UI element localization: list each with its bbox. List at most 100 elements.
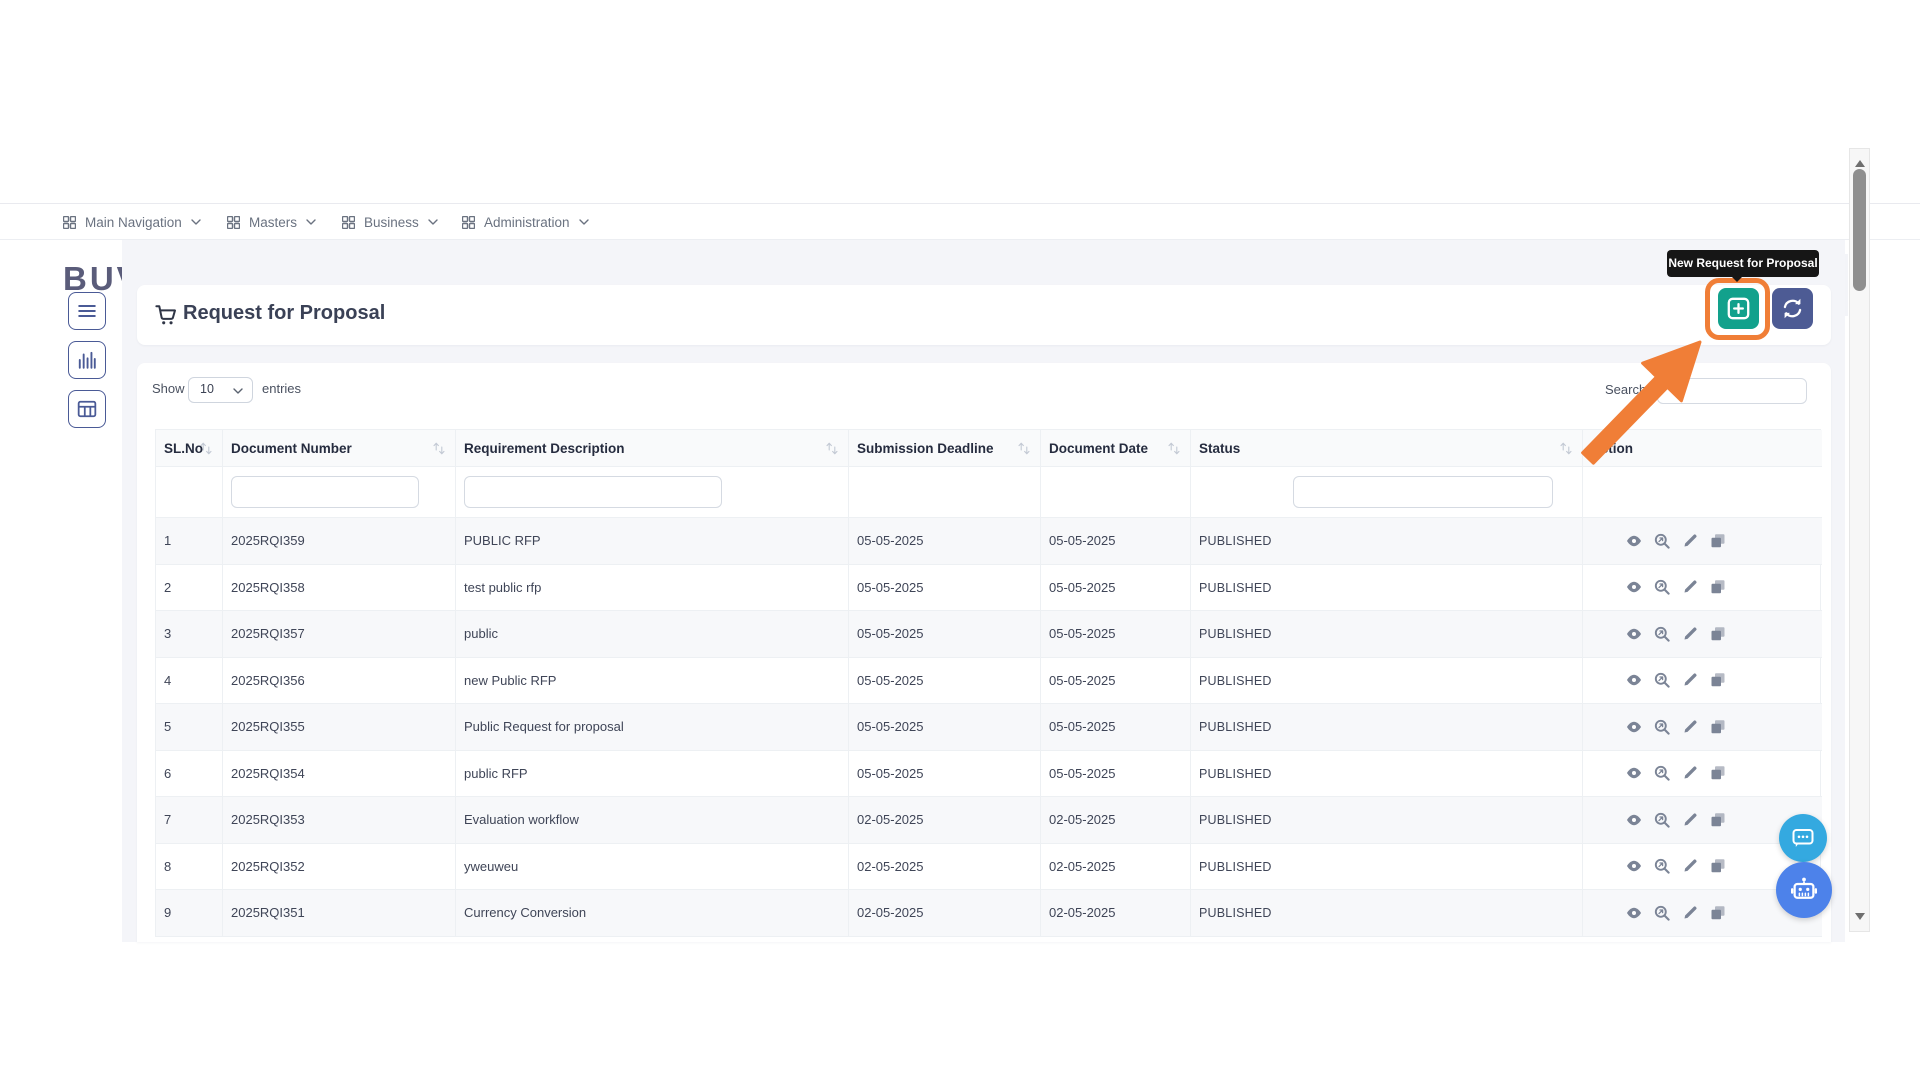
bar-chart-icon xyxy=(77,350,97,370)
edit-icon[interactable] xyxy=(1682,626,1698,642)
preview-zoom-icon[interactable] xyxy=(1654,905,1670,921)
edit-icon[interactable] xyxy=(1682,765,1698,781)
copy-icon[interactable] xyxy=(1710,579,1726,595)
edit-icon[interactable] xyxy=(1682,719,1698,735)
copy-icon[interactable] xyxy=(1710,858,1726,874)
cell-status: PUBLISHED xyxy=(1191,890,1583,937)
column-header-requirement-description[interactable]: Requirement Description xyxy=(456,430,849,467)
page: BUVI 4 Admin Serum Serum Main Navigation… xyxy=(0,0,1920,1080)
cell-slno: 7 xyxy=(156,797,223,844)
nav-item-masters[interactable]: Masters xyxy=(227,204,316,240)
cell-document-date: 05-05-2025 xyxy=(1041,518,1191,565)
table-row: 9 2025RQI351 Currency Conversion 02-05-2… xyxy=(156,890,1820,937)
status-filter-input[interactable] xyxy=(1293,476,1553,508)
column-header-submission-deadline[interactable]: Submission Deadline xyxy=(849,430,1041,467)
entries-label: entries xyxy=(262,381,301,396)
copy-icon[interactable] xyxy=(1710,719,1726,735)
sort-icon[interactable] xyxy=(200,442,212,455)
cell-status: PUBLISHED xyxy=(1191,565,1583,612)
preview-zoom-icon[interactable] xyxy=(1654,579,1670,595)
cell-document-number: 2025RQI354 xyxy=(223,751,456,798)
search-input[interactable] xyxy=(1657,378,1807,404)
page-size-value: 10 xyxy=(200,382,214,396)
nav-label: Masters xyxy=(249,215,297,230)
view-icon[interactable] xyxy=(1626,626,1642,642)
tooltip-text: New Request for Proposal xyxy=(1668,256,1817,270)
cell-requirement-description: Public Request for proposal xyxy=(456,704,849,751)
column-header-status[interactable]: Status xyxy=(1191,430,1583,467)
copy-icon[interactable] xyxy=(1710,672,1726,688)
refresh-button[interactable] xyxy=(1772,288,1813,329)
cell-document-date: 02-05-2025 xyxy=(1041,797,1191,844)
sort-icon[interactable] xyxy=(433,442,445,455)
chevron-down-icon xyxy=(191,219,201,225)
edit-icon[interactable] xyxy=(1682,533,1698,549)
view-icon[interactable] xyxy=(1626,533,1642,549)
cell-slno: 5 xyxy=(156,704,223,751)
scroll-up-arrow[interactable] xyxy=(1855,155,1865,167)
rfp-table: SL.No Document Number Requirement Descri… xyxy=(155,429,1821,937)
table-header-row: SL.No Document Number Requirement Descri… xyxy=(156,430,1820,467)
preview-zoom-icon[interactable] xyxy=(1654,858,1670,874)
view-icon[interactable] xyxy=(1626,672,1642,688)
scrollbar[interactable] xyxy=(1849,148,1870,932)
edit-icon[interactable] xyxy=(1682,579,1698,595)
preview-zoom-icon[interactable] xyxy=(1654,533,1670,549)
column-header-document-number[interactable]: Document Number xyxy=(223,430,456,467)
view-icon[interactable] xyxy=(1626,579,1642,595)
chevron-down-icon xyxy=(428,219,438,225)
cell-document-number: 2025RQI352 xyxy=(223,844,456,891)
column-header-document-date[interactable]: Document Date xyxy=(1041,430,1191,467)
copy-icon[interactable] xyxy=(1710,626,1726,642)
view-icon[interactable] xyxy=(1626,905,1642,921)
view-icon[interactable] xyxy=(1626,765,1642,781)
chat-button[interactable] xyxy=(1779,814,1827,862)
cell-slno: 2 xyxy=(156,565,223,612)
sidebar-table-button[interactable] xyxy=(68,390,106,428)
nav-label: Business xyxy=(364,215,419,230)
copy-icon[interactable] xyxy=(1710,905,1726,921)
cell-document-date: 05-05-2025 xyxy=(1041,565,1191,612)
sidebar-menu-button[interactable] xyxy=(68,292,106,330)
column-header-slno[interactable]: SL.No xyxy=(156,430,223,467)
view-icon[interactable] xyxy=(1626,719,1642,735)
bot-button[interactable] xyxy=(1776,862,1832,918)
edit-icon[interactable] xyxy=(1682,905,1698,921)
requirement-description-filter-input[interactable] xyxy=(464,476,722,508)
view-icon[interactable] xyxy=(1626,812,1642,828)
preview-zoom-icon[interactable] xyxy=(1654,719,1670,735)
table-row: 5 2025RQI355 Public Request for proposal… xyxy=(156,704,1820,751)
copy-icon[interactable] xyxy=(1710,812,1726,828)
preview-zoom-icon[interactable] xyxy=(1654,672,1670,688)
nav-item-main-navigation[interactable]: Main Navigation xyxy=(63,204,201,240)
table-icon xyxy=(77,399,97,419)
copy-icon[interactable] xyxy=(1710,765,1726,781)
page-size-select[interactable]: 10 xyxy=(188,377,253,403)
scroll-down-arrow[interactable] xyxy=(1855,913,1865,925)
preview-zoom-icon[interactable] xyxy=(1654,626,1670,642)
copy-icon[interactable] xyxy=(1710,533,1726,549)
view-icon[interactable] xyxy=(1626,858,1642,874)
grid-icon xyxy=(63,216,76,229)
nav-label: Administration xyxy=(484,215,570,230)
cell-document-date: 05-05-2025 xyxy=(1041,611,1191,658)
nav-item-administration[interactable]: Administration xyxy=(462,204,589,240)
edit-icon[interactable] xyxy=(1682,812,1698,828)
sidebar-chart-button[interactable] xyxy=(68,341,106,379)
scrollbar-thumb[interactable] xyxy=(1853,169,1866,291)
sort-icon[interactable] xyxy=(1560,442,1572,455)
page-title-bar: Request for Proposal xyxy=(137,285,1831,345)
sort-icon[interactable] xyxy=(1168,442,1180,455)
table-row: 7 2025RQI353 Evaluation workflow 02-05-2… xyxy=(156,797,1820,844)
menu-icon xyxy=(77,301,97,321)
preview-zoom-icon[interactable] xyxy=(1654,765,1670,781)
nav-item-business[interactable]: Business xyxy=(342,204,438,240)
preview-zoom-icon[interactable] xyxy=(1654,812,1670,828)
edit-icon[interactable] xyxy=(1682,858,1698,874)
cell-submission-deadline: 05-05-2025 xyxy=(849,565,1041,612)
sort-icon[interactable] xyxy=(826,442,838,455)
sort-icon[interactable] xyxy=(1018,442,1030,455)
document-number-filter-input[interactable] xyxy=(231,476,419,508)
cell-requirement-description: public xyxy=(456,611,849,658)
edit-icon[interactable] xyxy=(1682,672,1698,688)
